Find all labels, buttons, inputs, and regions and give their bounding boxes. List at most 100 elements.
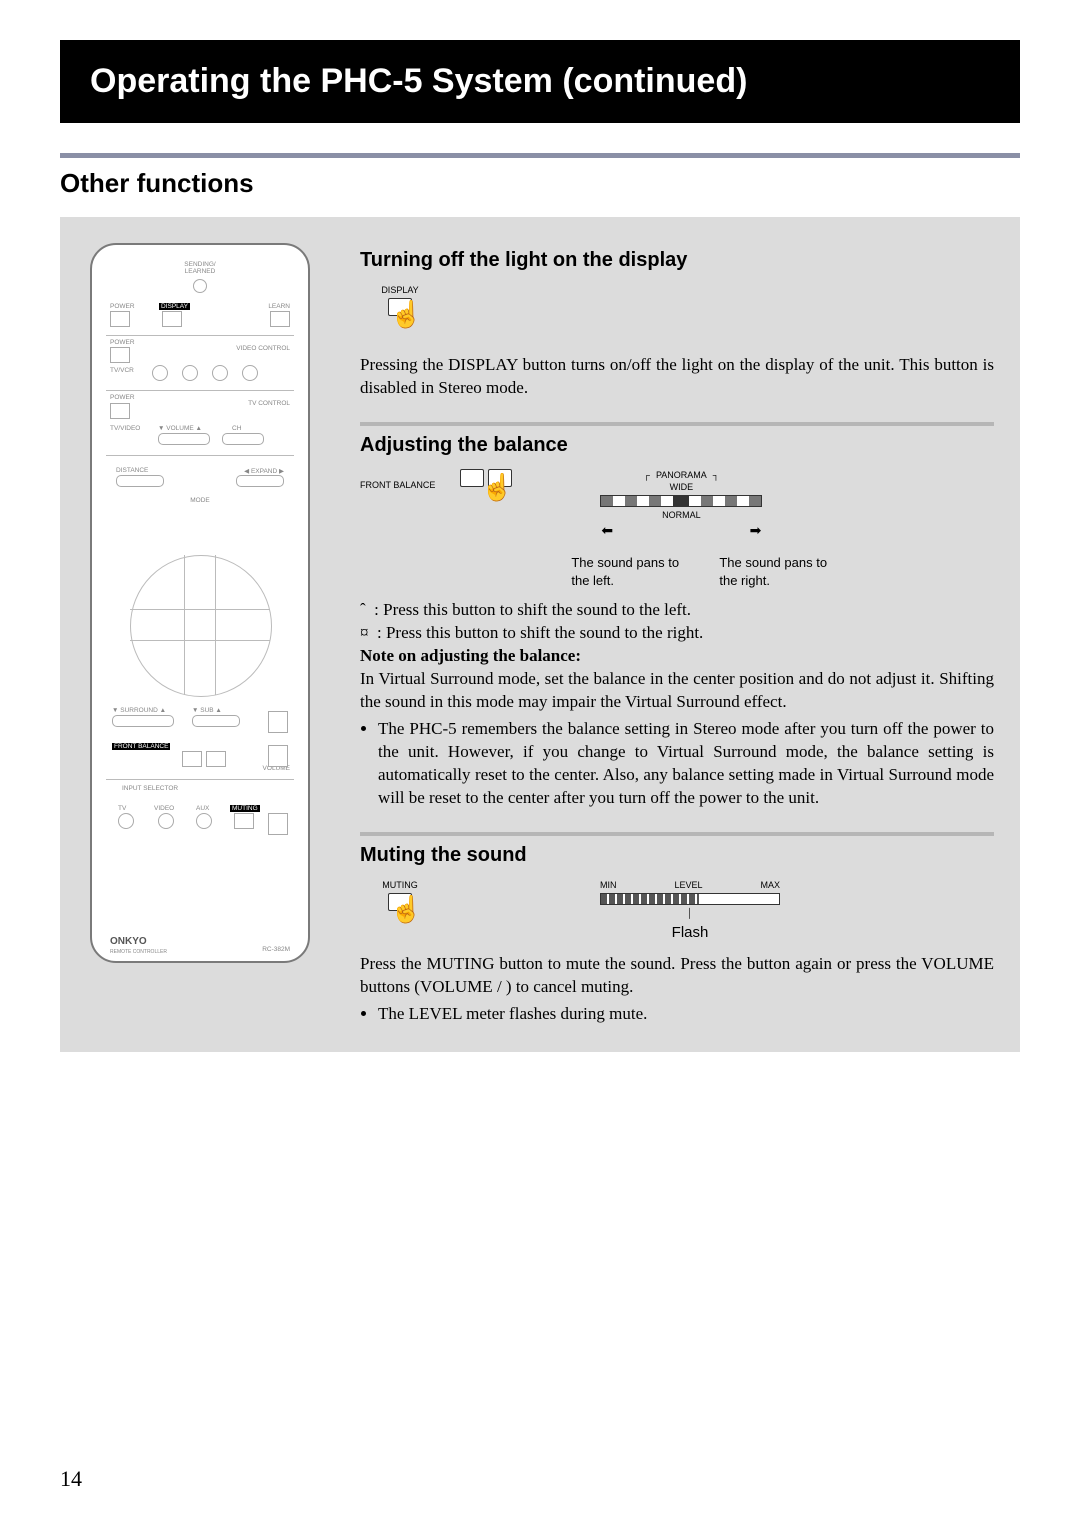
- text-column: Turning off the light on the display DIS…: [360, 243, 994, 1026]
- level-meter: MIN LEVEL MAX │: [600, 879, 780, 919]
- meter-level: LEVEL: [674, 879, 702, 891]
- remote-tvvcr-label: TV/VCR: [110, 367, 134, 374]
- meter-normal: NORMAL: [571, 509, 791, 521]
- meter-wide: WIDE: [571, 481, 791, 493]
- remote-distance-label: DISTANCE: [116, 467, 148, 474]
- balance-button-press-diagram: ☝: [441, 469, 531, 529]
- remote-learn-label: LEARN: [268, 303, 290, 310]
- level-meter-block: MIN LEVEL MAX │ Flash: [480, 879, 780, 944]
- remote-video-button: [158, 813, 174, 829]
- sub2-bullets: The PHC-5 remembers the balance setting …: [360, 718, 994, 810]
- remote-display-label: DISPLAY: [159, 303, 190, 310]
- sub2-bullet: The PHC-5 remembers the balance setting …: [378, 718, 994, 810]
- remote-brand: ONKYO: [110, 936, 147, 947]
- balance-scale-icon: [600, 495, 762, 507]
- remote-aux-button: [196, 813, 212, 829]
- remote-column: SENDING/ LEARNED POWER DISPLAY LEARN POW…: [60, 243, 340, 1026]
- balance-right-caption: The sound pans to the right.: [719, 554, 839, 589]
- remote-led-icon: [193, 279, 207, 293]
- right-arrow-symbol: ¤: [360, 623, 377, 642]
- remote-voldown-button: [268, 745, 288, 767]
- remote-video-label: VIDEO: [154, 805, 174, 812]
- sub1-heading: Turning off the light on the display: [360, 247, 994, 274]
- remote-dpad: [130, 555, 270, 695]
- page-title: Operating the PHC-5 System (continued): [90, 62, 747, 100]
- remote-sub-button: [192, 715, 240, 727]
- remote-volup-button: [268, 711, 288, 733]
- remote-balance-left-button: [182, 751, 202, 767]
- sub1-para: Pressing the DISPLAY button turns on/off…: [360, 354, 994, 400]
- muting-button-press-diagram: MUTING ☝: [360, 879, 440, 939]
- sub3-bullets: The LEVEL meter flashes during mute.: [360, 1003, 994, 1026]
- sub3-diagram-row: MUTING ☝ MIN LEVEL MAX │ Flash: [360, 879, 994, 944]
- content-box: SENDING/ LEARNED POWER DISPLAY LEARN POW…: [60, 217, 1020, 1052]
- remote-model: RC-382M: [262, 946, 290, 953]
- balance-arrows: ⬅➡: [601, 521, 761, 540]
- sub1-diagram-row: DISPLAY ☝: [360, 284, 994, 344]
- remote-inputselector-label: INPUT SELECTOR: [122, 785, 178, 792]
- remote-play-button: [242, 365, 258, 381]
- remote-aux-label: AUX: [196, 805, 209, 812]
- sub3-para: Press the MUTING button to mute the soun…: [360, 953, 994, 999]
- sub3-heading: Muting the sound: [360, 842, 994, 869]
- remote-muting-button: [234, 813, 254, 829]
- remote-volume-label: ▼ VOLUME ▲: [158, 425, 202, 432]
- balance-left-caption: The sound pans to the left.: [571, 554, 691, 589]
- remote-balance-right-button: [206, 751, 226, 767]
- remote-power3-label: POWER: [110, 394, 135, 401]
- arrow-right-icon: ➡: [750, 521, 762, 540]
- remote-distance-button: [116, 475, 164, 487]
- remote-surround-button: [112, 715, 174, 727]
- remote-mode-label: MODE: [190, 497, 210, 504]
- remote-ch-label: CH: [232, 425, 241, 432]
- sub2-rule: [360, 422, 994, 426]
- left-arrow-symbol: ˆ: [360, 600, 374, 619]
- sub2-note-body: In Virtual Surround mode, set the balanc…: [360, 668, 994, 714]
- remote-tvvideo-label: TV/VIDEO: [110, 425, 140, 432]
- section-rule: [60, 153, 1020, 158]
- remote-frontbalance-label: FRONT BALANCE: [112, 743, 170, 750]
- balance-captions: The sound pans to the left. The sound pa…: [571, 554, 839, 589]
- remote-learn-button: [270, 311, 290, 327]
- remote-voldown2-button: [268, 813, 288, 835]
- display-button-cap: DISPLAY: [360, 284, 440, 296]
- section-heading: Other functions: [60, 168, 1020, 199]
- hand-icon: ☝: [390, 897, 422, 923]
- sub2-note-head: Note on adjusting the balance:: [360, 645, 994, 668]
- remote-muting-label: MUTING: [230, 805, 260, 812]
- remote-rew-button: [152, 365, 168, 381]
- remote-power-label: POWER: [110, 303, 135, 310]
- remote-tvctrl-label: TV CONTROL: [248, 400, 290, 407]
- flash-label: Flash: [600, 923, 780, 943]
- level-bar-icon: [600, 893, 780, 905]
- remote-videoctrl-label: VIDEO CONTROL: [236, 345, 290, 352]
- remote-sub-label: ▼ SUB ▲: [192, 707, 222, 714]
- remote-power3-button: [110, 403, 130, 419]
- meter-max: MAX: [760, 879, 780, 891]
- remote-power-button: [110, 311, 130, 327]
- muting-button-cap: MUTING: [360, 879, 440, 891]
- remote-brand-sub: REMOTE CONTROLLER: [110, 949, 167, 955]
- balance-meter-block: ┌PANORAMA┐ WIDE NORMAL: [571, 469, 839, 589]
- remote-tv-button: [118, 813, 134, 829]
- balance-meter: ┌PANORAMA┐ WIDE NORMAL: [571, 469, 791, 540]
- remote-surround-label: ▼ SURROUND ▲: [112, 707, 166, 714]
- sub3-rule: [360, 832, 994, 836]
- remote-expand-button: [236, 475, 284, 487]
- remote-power2-button: [110, 347, 130, 363]
- remote-stop-button: [212, 365, 228, 381]
- remote-tv-label: TV: [118, 805, 126, 812]
- arrow-left-icon: ⬅: [601, 521, 613, 540]
- remote-display-button: [162, 311, 182, 327]
- meter-min: MIN: [600, 879, 617, 891]
- sub2-diagram-row: FRONT BALANCE ☝ ┌PANORAMA┐ WI: [360, 469, 994, 589]
- hand-icon: ☝: [390, 302, 422, 328]
- remote-ch-button: [222, 433, 264, 445]
- manual-page: Operating the PHC-5 System (continued) O…: [0, 0, 1080, 1528]
- frontbalance-cap: FRONT BALANCE: [360, 469, 435, 491]
- sub3-bullet: The LEVEL meter flashes during mute.: [378, 1003, 994, 1026]
- sub2-lines: ˆ : Press this button to shift the sound…: [360, 599, 994, 809]
- hand-icon: ☝: [481, 475, 513, 501]
- sub2-line-left: : Press this button to shift the sound t…: [374, 600, 691, 619]
- page-number: 14: [60, 1466, 82, 1492]
